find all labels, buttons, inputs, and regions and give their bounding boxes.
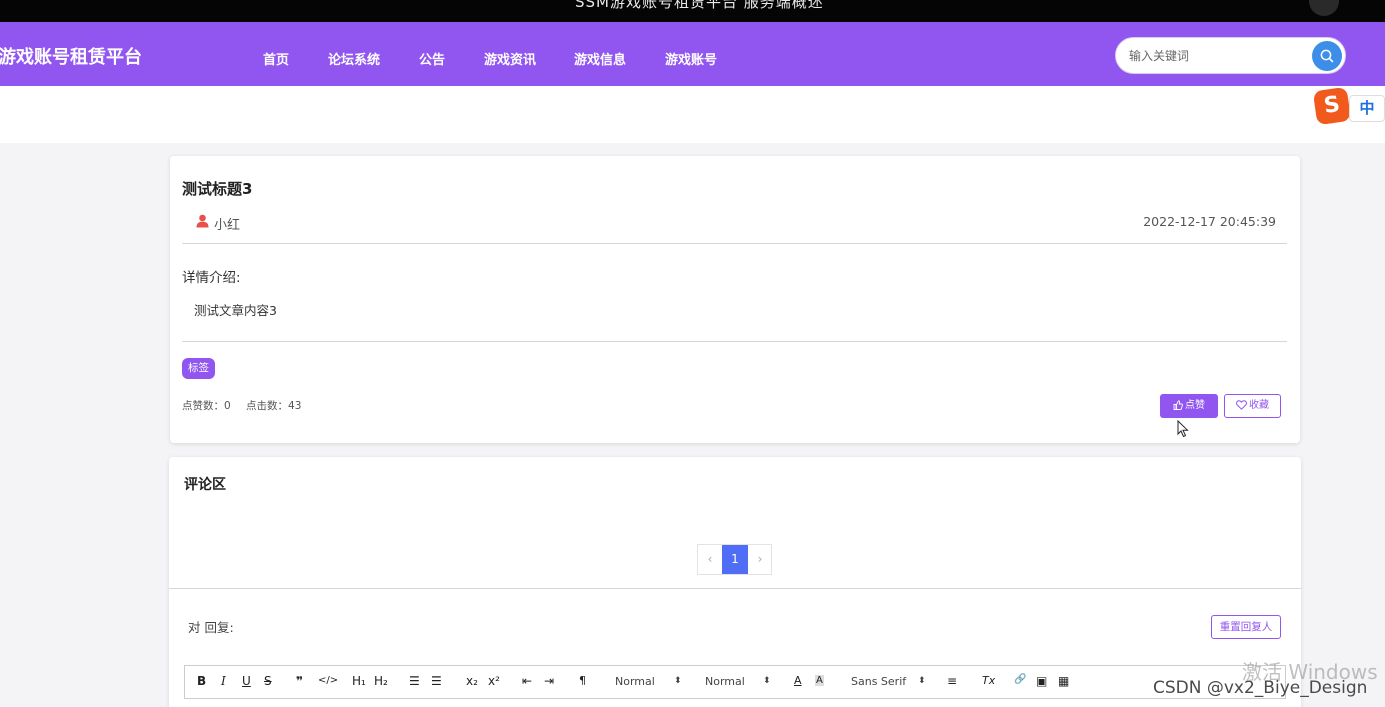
favorite-button[interactable]: 收藏 [1224,394,1281,418]
ime-mode-indicator[interactable]: 中 [1349,95,1385,122]
article-author: 小红 [214,218,241,233]
video-icon[interactable]: ▦ [1058,674,1069,688]
subscript-button[interactable]: x₂ [466,674,478,688]
comments-title: 评论区 [184,477,226,493]
user-icon [196,214,209,228]
reply-target-label: 对 回复: [188,620,234,635]
ime-toolbar[interactable]: S 中 [1312,86,1385,126]
navbar: 游戏账号租赁平台 首页 论坛系统 公告 游戏资讯 游戏信息 游戏账号 [0,22,1385,86]
nav-item-announcement[interactable]: 公告 [419,49,445,68]
strike-button[interactable]: S [264,674,272,688]
font-select-arrow-icon: ⬍ [918,676,926,686]
site-brand[interactable]: 游戏账号租赁平台 [0,43,142,69]
size-select[interactable]: Normal [615,675,655,688]
article-card: 测试标题3 小红 2022-12-17 20:45:39 详情介绍: 测试文章内… [170,156,1300,443]
editor-toolbar: B I U S ❞ </> H₁ H₂ ☰ ☰ x₂ x² ⇤ ⇥ ¶ Norm… [184,665,1286,699]
nav-item-game-news[interactable]: 游戏资讯 [484,49,536,68]
align-icon[interactable]: ≡ [947,674,957,688]
search-icon [1320,49,1334,63]
pagination-page-1[interactable]: 1 [722,545,748,574]
image-icon[interactable]: ▣ [1036,674,1047,688]
comments-card: 评论区 ‹ 1 › 对 回复: 重置回复人 B I U S ❞ </> H₁ H… [169,457,1301,707]
header-1-button[interactable]: H₁ [352,674,366,688]
nav-item-game-account[interactable]: 游戏账号 [665,49,717,68]
underline-button[interactable]: U [242,674,251,688]
article-date: 2022-12-17 20:45:39 [1143,214,1276,229]
header-2-button[interactable]: H₂ [374,674,388,688]
font-color-icon[interactable]: A [794,674,802,687]
thumbs-up-icon [1173,400,1183,410]
bullet-list-icon[interactable]: ☰ [431,674,442,688]
divider [182,243,1287,244]
header-select-arrow-icon: ⬍ [763,676,771,686]
like-button-label: 点赞 [1185,400,1205,411]
click-count: 点击数：43 [246,400,302,412]
like-button[interactable]: 点赞 [1160,394,1218,418]
search-input[interactable] [1129,46,1304,66]
indent-icon[interactable]: ⇥ [544,674,554,688]
size-select-arrow-icon: ⬍ [674,676,682,686]
header-spacer [0,86,1385,143]
pagination: ‹ 1 › [697,544,772,575]
blockquote-button[interactable]: ❞ [296,674,303,688]
divider [182,341,1287,342]
top-banner: SSM游戏账号租赁平台 服务端概述 [0,0,1385,22]
link-icon[interactable]: 🔗 [1014,674,1026,685]
heart-icon [1236,400,1247,410]
nav-item-game-info[interactable]: 游戏信息 [574,49,626,68]
csdn-watermark: CSDN @vx2_Biye_Design [1153,678,1368,698]
article-title: 测试标题3 [182,180,253,198]
like-count: 点赞数：0 [182,400,231,412]
favorite-button-label: 收藏 [1249,400,1269,411]
text-direction-icon[interactable]: ¶ [579,674,586,687]
superscript-button[interactable]: x² [488,674,500,688]
article-content: 测试文章内容3 [194,303,277,318]
divider [169,588,1301,589]
pagination-prev-button[interactable]: ‹ [698,545,722,574]
code-block-button[interactable]: </> [318,675,338,686]
sogou-logo-icon: S [1312,86,1352,126]
ordered-list-icon[interactable]: ☰ [409,674,420,688]
search-box [1115,37,1346,74]
search-button[interactable] [1312,41,1342,71]
article-stats: 点赞数：0 点击数：43 [182,398,313,413]
detail-label: 详情介绍: [182,270,241,286]
top-banner-button[interactable] [1309,0,1339,16]
top-banner-text: SSM游戏账号租赁平台 服务端概述 [575,0,824,11]
reset-reply-button[interactable]: 重置回复人 [1211,615,1281,639]
article-tag[interactable]: 标签 [182,358,215,379]
font-select[interactable]: Sans Serif [851,675,906,688]
outdent-icon[interactable]: ⇤ [522,674,532,688]
italic-button[interactable]: I [221,674,226,688]
header-select[interactable]: Normal [705,675,745,688]
bold-button[interactable]: B [197,674,206,688]
background-color-icon[interactable]: A [815,675,824,686]
nav-item-forum[interactable]: 论坛系统 [328,49,380,68]
nav-item-home[interactable]: 首页 [263,49,289,68]
clean-format-icon[interactable]: Tx [982,674,995,687]
mouse-cursor-icon [1177,420,1189,438]
pagination-next-button[interactable]: › [748,545,772,574]
